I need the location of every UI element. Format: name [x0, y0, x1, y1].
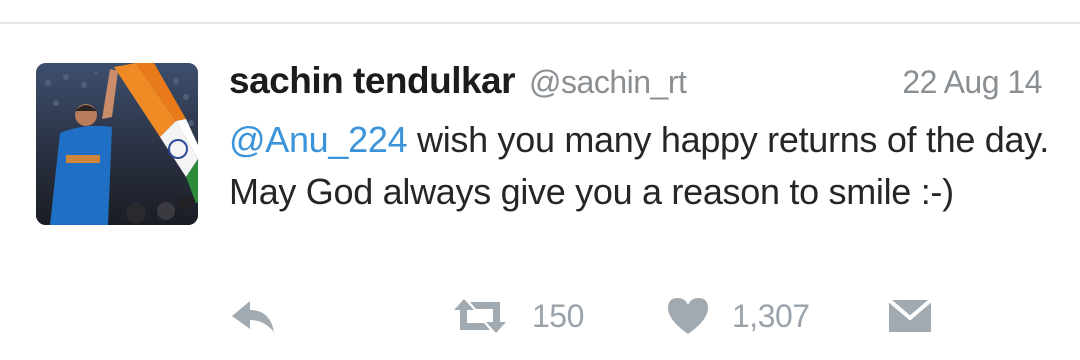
heart-icon	[666, 296, 710, 336]
retweet-button[interactable]: 150	[450, 290, 584, 342]
avatar-image	[36, 63, 198, 225]
envelope-icon	[886, 296, 934, 336]
retweet-icon	[450, 296, 510, 336]
tweet-header: sachin tendulkar @sachin_rt	[229, 60, 687, 108]
direct-message-button[interactable]	[886, 290, 934, 342]
timestamp[interactable]: 22 Aug 14	[902, 64, 1042, 101]
like-button[interactable]: 1,307	[666, 290, 810, 342]
tweet-card[interactable]: sachin tendulkar @sachin_rt 22 Aug 14 @A…	[0, 0, 1080, 360]
mention-link[interactable]: @Anu_224	[229, 119, 408, 160]
avatar[interactable]	[36, 63, 198, 225]
divider	[0, 22, 1080, 24]
tweet-actions: 150 1,307	[0, 290, 1080, 342]
tweet-text: @Anu_224 wish you many happy returns of …	[229, 114, 1049, 218]
reply-arrow-icon	[230, 296, 276, 336]
retweet-count: 150	[532, 297, 584, 334]
username[interactable]: @sachin_rt	[529, 64, 687, 101]
display-name[interactable]: sachin tendulkar	[229, 60, 516, 102]
reply-button[interactable]	[230, 290, 276, 342]
like-count: 1,307	[732, 297, 810, 334]
